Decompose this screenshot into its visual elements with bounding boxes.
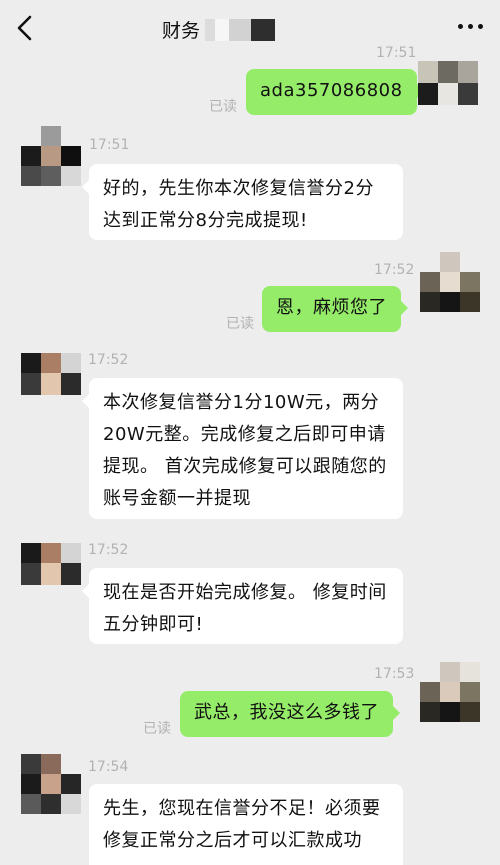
message-time: 17:52 [374,262,415,278]
avatar[interactable] [21,126,81,186]
message-time: 17:54 [88,759,129,775]
chevron-left-icon[interactable] [10,12,42,44]
message-time: 17:51 [89,137,130,153]
name-mosaic [205,19,275,41]
message-time: 17:51 [376,45,417,61]
read-receipt: 已读 [209,99,237,115]
chat-title: 财务 [162,20,201,42]
message-bubble-received[interactable]: 好的，先生你本次修复信誉分2分达到正常分8分完成提现! [82,164,403,240]
avatar[interactable] [420,662,480,722]
message-bubble-received[interactable]: 先生，您现在信誉分不足！必须要修复正常分之后才可以汇款成功 [89,784,403,865]
read-receipt: 已读 [226,316,254,332]
chat-header: 财务 [0,0,500,58]
avatar[interactable] [21,353,81,413]
avatar[interactable] [418,61,478,121]
avatar[interactable] [21,543,81,603]
avatar[interactable] [420,252,480,312]
message-bubble-sent[interactable]: ada357086808 [246,69,424,115]
read-receipt: 已读 [143,721,171,737]
message-time: 17:52 [88,352,129,368]
more-dots-icon[interactable] [458,18,484,38]
message-time: 17:53 [374,666,415,682]
message-time: 17:52 [88,542,129,558]
avatar[interactable] [21,754,81,814]
message-bubble-received[interactable]: 本次修复信誉分1分10W元，两分20W元整。完成修复之后即可申请提现。 首次完成… [82,378,403,519]
message-bubble-sent[interactable]: 恩，麻烦您了 [262,286,408,332]
message-bubble-sent[interactable]: 武总，我没这么多钱了 [180,691,400,737]
message-bubble-received[interactable]: 现在是否开始完成修复。 修复时间五分钟即可! [82,568,403,644]
